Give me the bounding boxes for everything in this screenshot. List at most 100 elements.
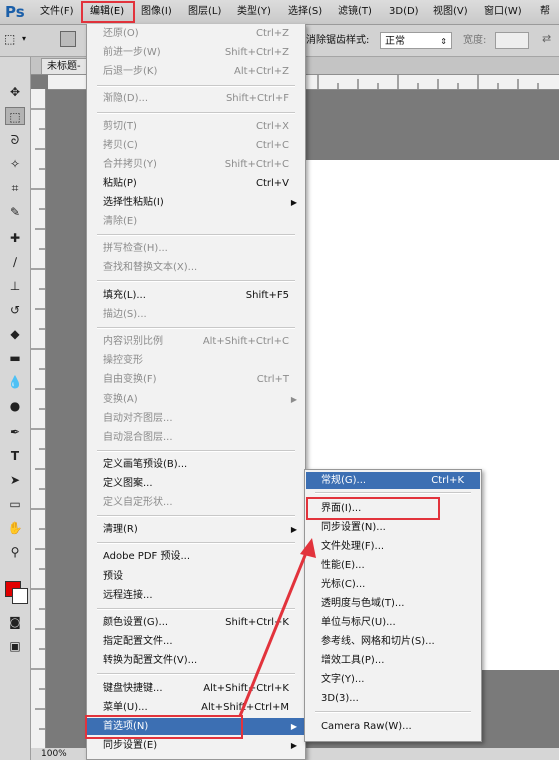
menu-item-paste[interactable]: 粘贴(P) Ctrl+V (103, 175, 293, 192)
menu-item-stroke[interactable]: 描边(S)... (103, 306, 293, 323)
menu-type[interactable]: 类型(Y) (237, 0, 271, 24)
edit-menu-highlight-box (81, 1, 135, 23)
menu-item-content-aware-scale[interactable]: 内容识别比例 Alt+Shift+Ctrl+C (103, 333, 293, 350)
menu-item-define-shape[interactable]: 定义自定形状... (103, 494, 293, 511)
menu-select[interactable]: 选择(S) (288, 0, 322, 24)
menu-item-shortcut: Ctrl+Z (255, 28, 289, 39)
menu-item-shortcut: Alt+Shift+Ctrl+M (201, 702, 289, 713)
rectangular-marquee-icon[interactable]: ⬚ (5, 107, 25, 125)
menu-item-paste-special[interactable]: 选择性粘贴(I) ▶ (103, 194, 297, 211)
new-selection-icon[interactable] (60, 31, 76, 47)
menu-item-sync-settings[interactable]: 同步设置(E) ▶ (103, 737, 297, 754)
path-select-icon[interactable]: ➤ (5, 471, 25, 489)
healing-brush-icon[interactable]: ✚ (5, 229, 25, 247)
menu-item-assign-profile[interactable]: 指定配置文件... (103, 633, 293, 650)
menu-separator (97, 608, 295, 610)
menu-item-auto-blend[interactable]: 自动混合图层... (103, 429, 293, 446)
submenu-item-label: 光标(C)... (321, 579, 366, 590)
crop-icon[interactable]: ⌗ (5, 179, 25, 197)
eyedropper-icon[interactable]: ✎ (5, 203, 25, 221)
menu-item-menus[interactable]: 菜单(U)... Alt+Shift+Ctrl+M (103, 699, 293, 716)
type-tool-icon[interactable]: T (5, 447, 25, 465)
menu-window[interactable]: 窗口(W) (484, 0, 522, 24)
hand-icon[interactable]: ✋ (5, 519, 25, 537)
menu-item-purge[interactable]: 清理(R) ▶ (103, 521, 297, 538)
menu-item-step-backward[interactable]: 后退一步(K) Alt+Ctrl+Z (103, 63, 293, 80)
menu-item-copy-merged[interactable]: 合并拷贝(Y) Shift+Ctrl+C (103, 156, 293, 173)
menu-item-cut[interactable]: 剪切(T) Ctrl+X (103, 118, 293, 135)
submenu-item-plugins[interactable]: 增效工具(P)... (321, 652, 473, 669)
menu-layer[interactable]: 图层(L) (188, 0, 221, 24)
menu-item-puppet-warp[interactable]: 操控变形 (103, 352, 293, 369)
menu-item-fade[interactable]: 渐隐(D)... Shift+Ctrl+F (103, 90, 293, 107)
submenu-item-camera-raw[interactable]: Camera Raw(W)... (321, 718, 473, 735)
menu-item-presets[interactable]: 预设 (103, 568, 293, 585)
lasso-icon[interactable]: ᘐ (5, 131, 25, 149)
submenu-item-transparency[interactable]: 透明度与色域(T)... (321, 595, 473, 612)
menu-item-fill[interactable]: 填充(L)... Shift+F5 (103, 287, 293, 304)
zoom-icon[interactable]: ⚲ (5, 543, 25, 561)
menu-view[interactable]: 视图(V) (433, 0, 468, 24)
clone-stamp-icon[interactable]: ⊥ (5, 277, 25, 295)
marquee-tool-icon[interactable]: ⬚ (4, 32, 15, 46)
screen-mode-icon[interactable]: ▣ (5, 637, 25, 655)
brush-icon[interactable]: ∕ (5, 253, 25, 271)
menu-item-transform[interactable]: 变换(A) ▶ (103, 391, 297, 408)
menu-item-remote-connections[interactable]: 远程连接... (103, 587, 293, 604)
menu-item-spell-check[interactable]: 拼写检查(H)... (103, 240, 293, 257)
menu-item-color-settings[interactable]: 颜色设置(G)... Shift+Ctrl+K (103, 614, 293, 631)
submenu-item-general[interactable]: 常规(G)... Ctrl+K (306, 472, 480, 489)
swap-icon[interactable]: ⇄ (542, 32, 551, 45)
shape-icon[interactable]: ▭ (5, 495, 25, 513)
menu-image[interactable]: 图像(I) (141, 0, 172, 24)
menu-item-step-forward[interactable]: 前进一步(W) Shift+Ctrl+Z (103, 44, 293, 61)
menu-help[interactable]: 帮 (540, 0, 550, 24)
style-select-value: 正常 (385, 36, 405, 47)
menu-item-define-pattern[interactable]: 定义图案... (103, 475, 293, 492)
style-select[interactable]: 正常 ⇕ (380, 32, 452, 49)
submenu-item-file-handling[interactable]: 文件处理(F)... (321, 538, 473, 555)
submenu-item-cursors[interactable]: 光标(C)... (321, 576, 473, 593)
menu-item-free-transform[interactable]: 自由变换(F) Ctrl+T (103, 371, 293, 388)
history-brush-icon[interactable]: ↺ (5, 301, 25, 319)
menu-3d[interactable]: 3D(D) (389, 0, 419, 24)
quick-select-icon[interactable]: ✧ (5, 155, 25, 173)
menu-item-convert-profile[interactable]: 转换为配置文件(V)... (103, 652, 293, 669)
menu-item-define-brush[interactable]: 定义画笔预设(B)... (103, 456, 293, 473)
zoom-level[interactable]: 100% (41, 748, 67, 760)
menu-item-clear[interactable]: 清除(E) (103, 213, 293, 230)
menu-item-auto-align[interactable]: 自动对齐图层... (103, 410, 293, 427)
background-color-swatch[interactable] (12, 588, 28, 604)
menu-item-shortcut: Alt+Shift+Ctrl+C (202, 336, 289, 347)
menu-item-label: 定义画笔预设(B)... (103, 459, 188, 470)
menu-item-find-replace[interactable]: 查找和替换文本(X)... (103, 259, 293, 276)
menu-item-label: 菜单(U)... (103, 702, 148, 713)
document-tab[interactable]: 未标题- (41, 58, 87, 74)
submenu-item-guides-grid[interactable]: 参考线、网格和切片(S)... (321, 633, 473, 650)
submenu-item-label: Camera Raw(W)... (321, 721, 412, 732)
menu-filter[interactable]: 滤镜(T) (338, 0, 372, 24)
width-label: 宽度: (463, 35, 487, 46)
blur-icon[interactable]: 💧 (5, 373, 25, 391)
menu-item-shortcut: Ctrl+T (256, 374, 289, 385)
menu-item-keyboard-shortcuts[interactable]: 键盘快捷键... Alt+Shift+Ctrl+K (103, 680, 293, 697)
menu-separator (97, 112, 295, 114)
eraser-icon[interactable]: ◆ (5, 325, 25, 343)
move-tool-icon[interactable]: ✥ (5, 83, 25, 101)
submenu-item-performance[interactable]: 性能(E)... (321, 557, 473, 574)
submenu-item-units-rulers[interactable]: 单位与标尺(U)... (321, 614, 473, 631)
menu-file[interactable]: 文件(F) (40, 0, 74, 24)
menu-item-pdf-presets[interactable]: Adobe PDF 预设... (103, 548, 293, 565)
submenu-item-3d[interactable]: 3D(3)... (321, 690, 473, 707)
chevron-down-icon[interactable]: ▾ (22, 34, 26, 43)
quick-mask-icon[interactable]: ◙ (5, 613, 25, 631)
menu-item-undo[interactable]: 还原(O) Ctrl+Z (103, 25, 293, 42)
menu-separator (97, 85, 295, 87)
gradient-icon[interactable]: ▬ (5, 349, 25, 367)
menu-item-copy[interactable]: 拷贝(C) Ctrl+C (103, 137, 293, 154)
submenu-item-type[interactable]: 文字(Y)... (321, 671, 473, 688)
submenu-item-sync-settings[interactable]: 同步设置(N)... (321, 519, 473, 536)
dodge-icon[interactable]: ● (5, 397, 25, 415)
width-input[interactable] (495, 32, 529, 49)
pen-icon[interactable]: ✒ (5, 423, 25, 441)
